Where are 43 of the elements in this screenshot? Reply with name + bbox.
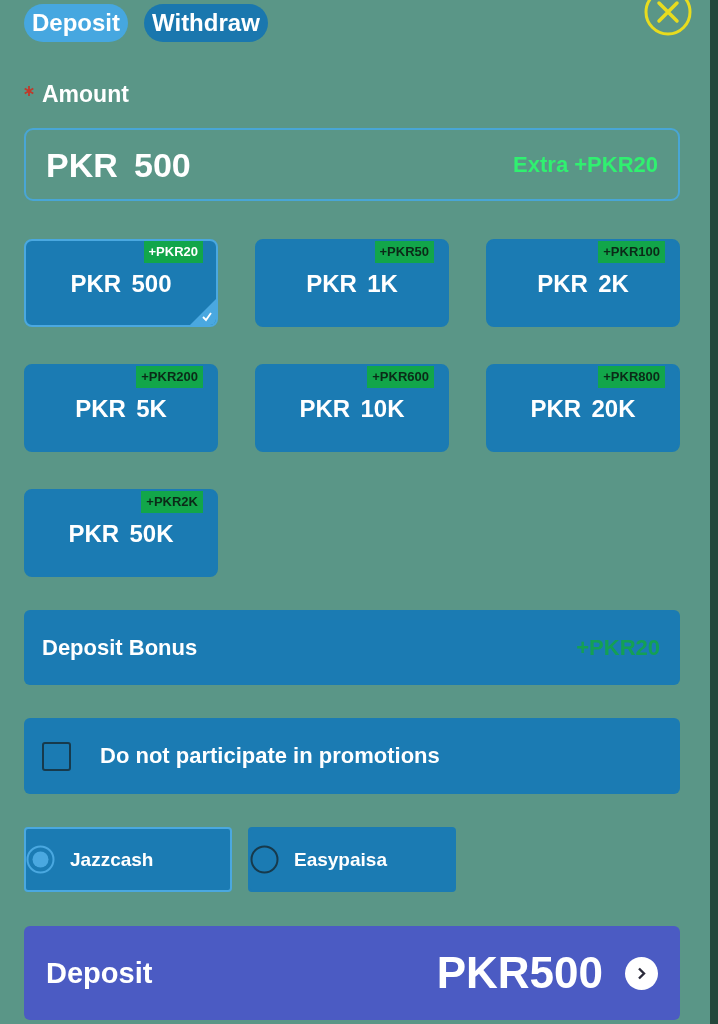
bonus-badge: +PKR100 [598,241,665,263]
amount-option[interactable]: +PKR2K PKR 50K [24,489,218,577]
deposit-bonus-label: Deposit Bonus [42,636,198,659]
amount-option[interactable]: +PKR800 PKR 20K [486,364,680,452]
amount-option[interactable]: +PKR200 PKR 5K [24,364,218,452]
payment-method-label: Easypaisa [294,850,387,869]
bonus-badge: +PKR200 [136,366,203,388]
deposit-amount: PKR500 [436,951,603,995]
close-button[interactable] [644,0,692,37]
arrow-circle-icon [625,956,658,990]
bonus-badge: +PKR800 [598,366,665,388]
tab[interactable]: Withdraw [144,4,268,42]
payment-method-label: Jazzcash [70,850,154,869]
amount-value: PKR 500 [46,147,191,182]
extra-bonus-text: Extra +PKR20 [513,153,658,176]
amount-option[interactable]: +PKR50 PKR 1K [255,239,449,327]
promotion-opt-out-row[interactable]: Do not participate in promotions [24,718,680,794]
bonus-badge: +PKR20 [143,241,203,263]
bonus-badge: +PKR600 [367,366,434,388]
amount-option-label: PKR 5K [75,397,167,421]
amount-input-field[interactable]: PKR 500 Extra +PKR20 [24,128,680,201]
checkbox[interactable] [42,741,71,771]
deposit-button-label: Deposit [46,958,153,988]
bonus-badge: +PKR2K [141,491,203,513]
bonus-badge: +PKR50 [374,241,434,263]
amount-option[interactable]: +PKR600 PKR 10K [255,364,449,452]
amount-label: Amount [42,82,129,106]
deposit-button[interactable]: Deposit PKR500 [24,926,680,1020]
amount-option-label: PKR 20K [530,397,636,421]
close-icon [644,0,692,37]
payment-method-option[interactable]: Jazzcash [24,827,232,892]
promotion-opt-out-label: Do not participate in promotions [100,745,440,767]
amount-option-label: PKR 10K [299,397,405,421]
amount-option[interactable]: +PKR20 PKR 500 [24,239,218,327]
amount-option-label: PKR 2K [537,272,629,296]
amount-option[interactable]: +PKR100 PKR 2K [486,239,680,327]
payment-method-option[interactable]: Easypaisa [248,827,456,892]
deposit-bonus-value: +PKR20 [576,636,660,659]
amount-option-label: PKR 1K [306,272,398,296]
amount-option-label: PKR 50K [68,522,174,546]
check-icon [190,299,216,325]
amount-option-label: PKR 500 [70,272,172,296]
tab[interactable]: Deposit [24,4,128,42]
